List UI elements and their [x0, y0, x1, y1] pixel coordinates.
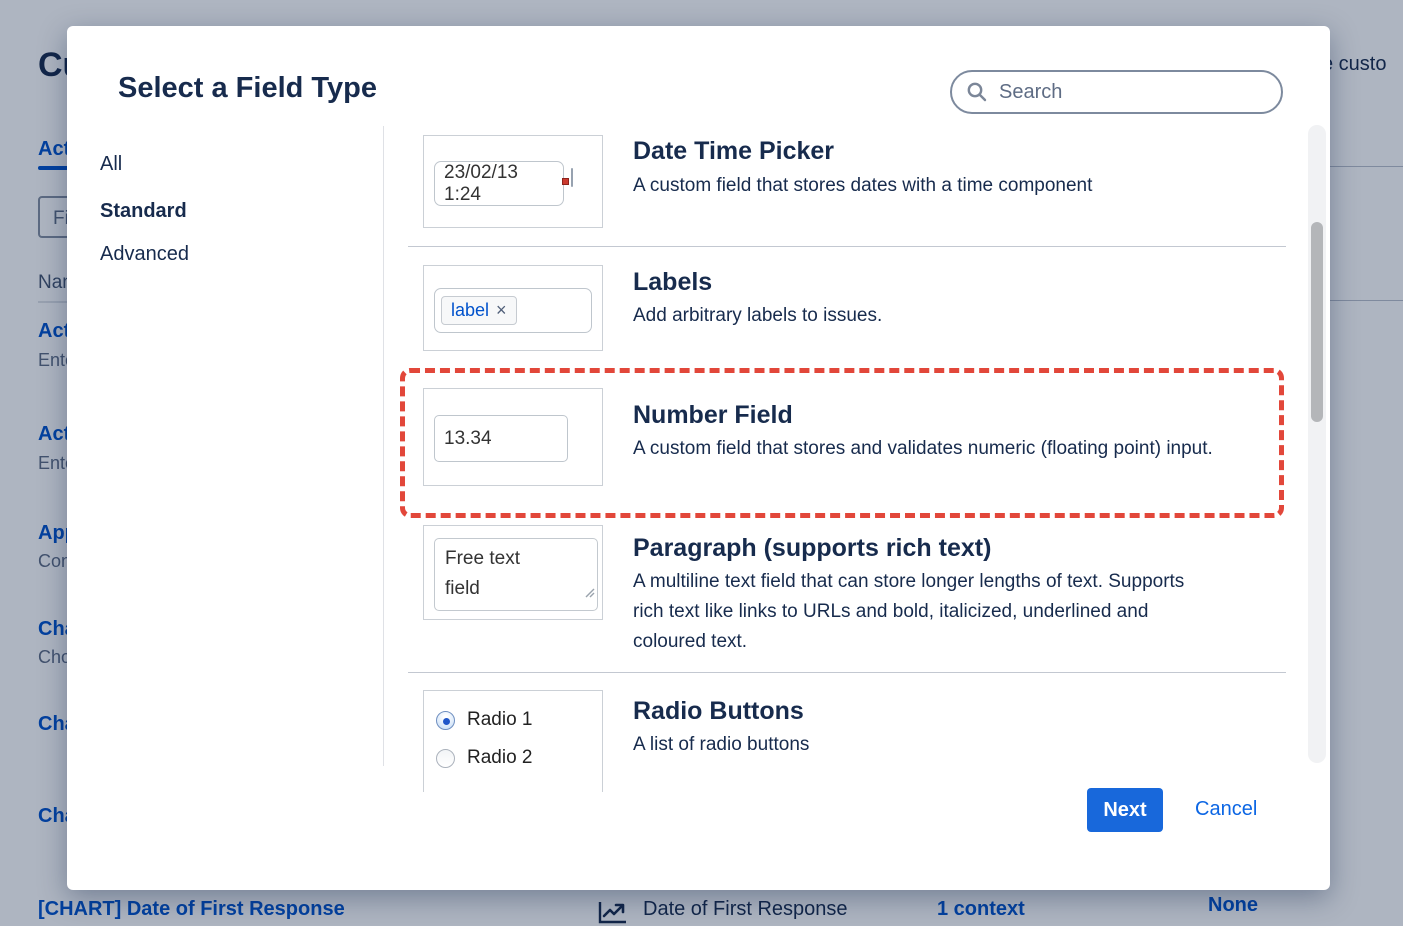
resize-handle-icon: [585, 578, 595, 608]
category-standard[interactable]: Standard: [100, 200, 187, 223]
radio-preview: Radio 1 Radio 2: [423, 690, 603, 792]
nav-divider: [383, 126, 384, 766]
labels-preview: label ×: [423, 265, 603, 351]
field-type-description: A list of radio buttons: [633, 730, 809, 760]
labels-sample-input: label ×: [434, 288, 592, 333]
radio-option-unselected: Radio 2: [436, 747, 533, 769]
radio-option-selected: Radio 1: [436, 709, 533, 731]
field-type-title: Paragraph (supports rich text): [633, 534, 991, 563]
radio-unselected-icon: [436, 749, 455, 768]
field-type-list: 23/02/13 1:24 Date Time Picker A custom …: [405, 123, 1305, 792]
search-box[interactable]: [950, 70, 1283, 114]
paragraph-preview: Free text field: [423, 525, 603, 620]
field-type-description: A custom field that stores dates with a …: [633, 171, 1092, 201]
date-time-sample-input: 23/02/13 1:24: [434, 161, 564, 206]
list-divider: [408, 246, 1286, 247]
field-type-title: Number Field: [633, 401, 793, 430]
search-icon: [966, 81, 988, 103]
category-all[interactable]: All: [100, 153, 122, 176]
label-tag: label ×: [441, 296, 517, 325]
date-time-preview: 23/02/13 1:24: [423, 135, 603, 228]
number-sample-input: 13.34: [434, 415, 568, 462]
cancel-button[interactable]: Cancel: [1195, 798, 1257, 821]
field-type-title: Date Time Picker: [633, 137, 834, 166]
dialog-title: Select a Field Type: [118, 72, 377, 105]
number-preview: 13.34: [423, 388, 603, 486]
field-type-description: A custom field that stores and validates…: [633, 434, 1273, 464]
field-type-description: A multiline text field that can store lo…: [633, 567, 1218, 657]
select-field-type-dialog: Select a Field Type All Standard Advance…: [67, 26, 1330, 890]
search-input[interactable]: [997, 80, 1267, 105]
calendar-icon: [571, 168, 573, 187]
paragraph-sample-textarea: Free text field: [434, 538, 598, 611]
radio-selected-icon: [436, 711, 455, 730]
list-divider: [408, 672, 1286, 673]
field-type-description: Add arbitrary labels to issues.: [633, 301, 882, 331]
scrollbar-thumb[interactable]: [1311, 222, 1323, 422]
field-type-title: Radio Buttons: [633, 697, 804, 726]
remove-tag-icon: ×: [496, 300, 507, 321]
field-type-title: Labels: [633, 268, 712, 297]
category-advanced[interactable]: Advanced: [100, 243, 189, 266]
next-button[interactable]: Next: [1087, 788, 1163, 832]
scrollbar-track[interactable]: [1308, 125, 1326, 763]
